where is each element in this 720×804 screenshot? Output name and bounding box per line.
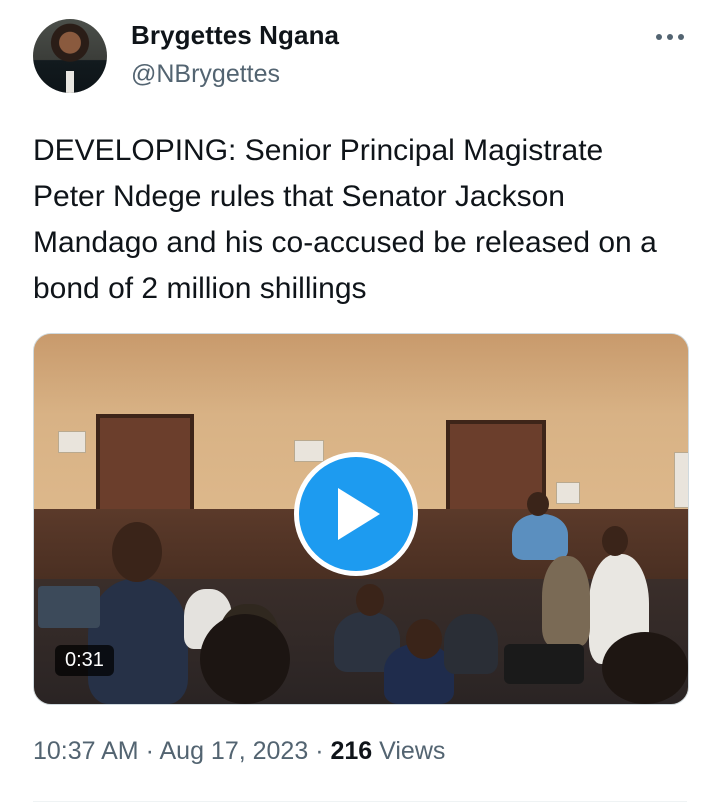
tweet-text: DEVELOPING: Senior Principal Magistrate … <box>33 134 657 305</box>
avatar[interactable] <box>33 19 107 93</box>
views-count: 216 <box>330 737 373 765</box>
tweet-time[interactable]: 10:37 AM <box>33 737 139 765</box>
video-frame-door <box>96 414 194 522</box>
video-duration: 0:31 <box>55 645 114 676</box>
video-frame-notice <box>58 431 86 453</box>
avatar-shirt <box>66 71 74 93</box>
divider <box>33 801 687 802</box>
more-icon[interactable] <box>654 22 686 52</box>
video-frame-head <box>406 619 442 659</box>
more-dots <box>656 34 684 40</box>
video-frame-head <box>200 614 290 704</box>
video-frame-head <box>356 584 384 616</box>
video-frame-camera <box>504 644 584 684</box>
video-frame-head <box>602 526 628 556</box>
meta-separator: · <box>315 737 324 765</box>
views-label: Views <box>379 737 446 765</box>
play-icon <box>338 488 380 540</box>
video-frame-person <box>512 514 568 560</box>
video-frame-notice <box>294 440 324 462</box>
author-handle[interactable]: @NBrygettes <box>131 60 280 89</box>
video-frame-notice <box>674 452 688 508</box>
tweet-meta: 10:37 AM · Aug 17, 2023 · 216 Views <box>33 737 445 766</box>
video-frame-head <box>527 492 549 516</box>
video-frame-person <box>444 614 498 674</box>
video-frame-head <box>112 522 162 582</box>
video-frame-person <box>542 556 590 646</box>
video-frame-camera <box>38 586 100 628</box>
video-frame-person <box>88 579 188 704</box>
video-frame-head <box>602 632 688 704</box>
meta-separator: · <box>145 737 154 765</box>
video-frame-notice <box>556 482 580 504</box>
author-name[interactable]: Brygettes Ngana <box>131 20 339 51</box>
tweet-date[interactable]: Aug 17, 2023 <box>160 737 309 765</box>
video-player[interactable]: 0:31 <box>33 333 689 705</box>
play-button[interactable] <box>294 452 418 576</box>
